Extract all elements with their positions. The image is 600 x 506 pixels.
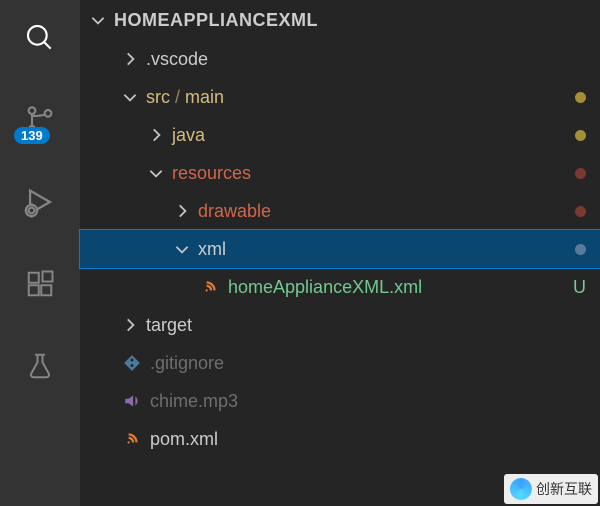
git-status-letter: U bbox=[573, 277, 586, 298]
chevron-right-icon bbox=[172, 202, 192, 220]
test-beaker-icon bbox=[25, 351, 55, 381]
watermark-logo-icon bbox=[510, 478, 532, 500]
tree-item-label: pom.xml bbox=[144, 429, 586, 450]
activity-extensions[interactable] bbox=[22, 266, 58, 302]
tree-row[interactable]: java bbox=[80, 116, 600, 154]
run-debug-icon bbox=[23, 185, 57, 219]
tree-row[interactable]: resources bbox=[80, 154, 600, 192]
git-status-dot bbox=[575, 92, 586, 103]
tree-item-label: .gitignore bbox=[144, 353, 586, 374]
search-icon bbox=[24, 22, 56, 54]
tree-item-label: java bbox=[166, 125, 575, 146]
tree-item-label: homeApplianceXML.xml bbox=[222, 277, 573, 298]
tree-row[interactable]: drawable bbox=[80, 192, 600, 230]
chevron-down-icon bbox=[120, 88, 140, 106]
file-xml-icon bbox=[120, 430, 144, 448]
file-tree: .vscode src / main java resources drawable xm… bbox=[80, 40, 600, 458]
chevron-right-icon bbox=[120, 316, 140, 334]
folder-section-header[interactable]: HOMEAPPLIANCEXML bbox=[80, 0, 600, 40]
activity-source-control[interactable]: 139 bbox=[22, 102, 58, 138]
git-status-dot bbox=[575, 206, 586, 217]
tree-item-label: drawable bbox=[192, 201, 575, 222]
git-status-dot bbox=[575, 244, 586, 255]
tree-item-label: chime.mp3 bbox=[144, 391, 586, 412]
tree-row[interactable]: chime.mp3 bbox=[80, 382, 600, 420]
activity-bar: 139 bbox=[0, 0, 80, 506]
file-audio-icon bbox=[120, 392, 144, 410]
tree-row[interactable]: xml bbox=[80, 230, 600, 268]
tree-item-label: target bbox=[140, 315, 586, 336]
tree-item-label: xml bbox=[192, 239, 575, 260]
tree-row[interactable]: pom.xml bbox=[80, 420, 600, 458]
chevron-down-icon bbox=[172, 240, 192, 258]
tree-row[interactable]: src / main bbox=[80, 78, 600, 116]
tree-item-label: resources bbox=[166, 163, 575, 184]
tree-row[interactable]: target bbox=[80, 306, 600, 344]
tree-item-label: src / main bbox=[140, 87, 575, 108]
file-git-icon bbox=[120, 354, 144, 372]
source-control-badge: 139 bbox=[14, 127, 50, 144]
activity-run-debug[interactable] bbox=[22, 184, 58, 220]
tree-row[interactable]: .vscode bbox=[80, 40, 600, 78]
watermark-text: 创新互联 bbox=[536, 479, 592, 499]
activity-search[interactable] bbox=[22, 20, 58, 56]
chevron-right-icon bbox=[120, 50, 140, 68]
git-status-dot bbox=[575, 130, 586, 141]
file-xml-icon bbox=[198, 278, 222, 296]
tree-item-label: .vscode bbox=[140, 49, 586, 70]
extensions-icon bbox=[25, 269, 55, 299]
tree-row[interactable]: homeApplianceXML.xmlU bbox=[80, 268, 600, 306]
activity-testing[interactable] bbox=[22, 348, 58, 384]
chevron-right-icon bbox=[146, 126, 166, 144]
explorer-panel: HOMEAPPLIANCEXML .vscode src / main java re… bbox=[80, 0, 600, 506]
section-title: HOMEAPPLIANCEXML bbox=[114, 10, 318, 31]
chevron-down-icon bbox=[146, 164, 166, 182]
tree-row[interactable]: .gitignore bbox=[80, 344, 600, 382]
git-status-dot bbox=[575, 168, 586, 179]
chevron-down-icon bbox=[88, 11, 108, 29]
watermark: 创新互联 bbox=[504, 474, 598, 504]
